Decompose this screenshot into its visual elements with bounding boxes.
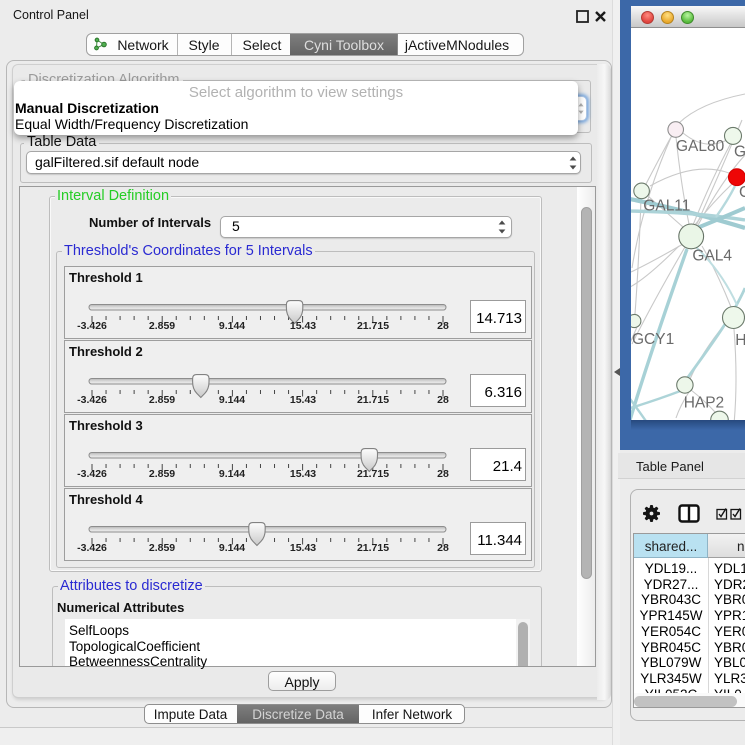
svg-text:GAL80: GAL80 bbox=[676, 138, 725, 155]
svg-text:GAL11: GAL11 bbox=[643, 197, 690, 214]
svg-text:H: H bbox=[735, 332, 745, 349]
svg-text:G.: G. bbox=[734, 144, 745, 161]
svg-text:C: C bbox=[739, 184, 745, 201]
svg-text:HAP2: HAP2 bbox=[684, 394, 725, 411]
svg-text:GCY1: GCY1 bbox=[632, 331, 674, 348]
svg-text:GAL4: GAL4 bbox=[692, 248, 732, 265]
